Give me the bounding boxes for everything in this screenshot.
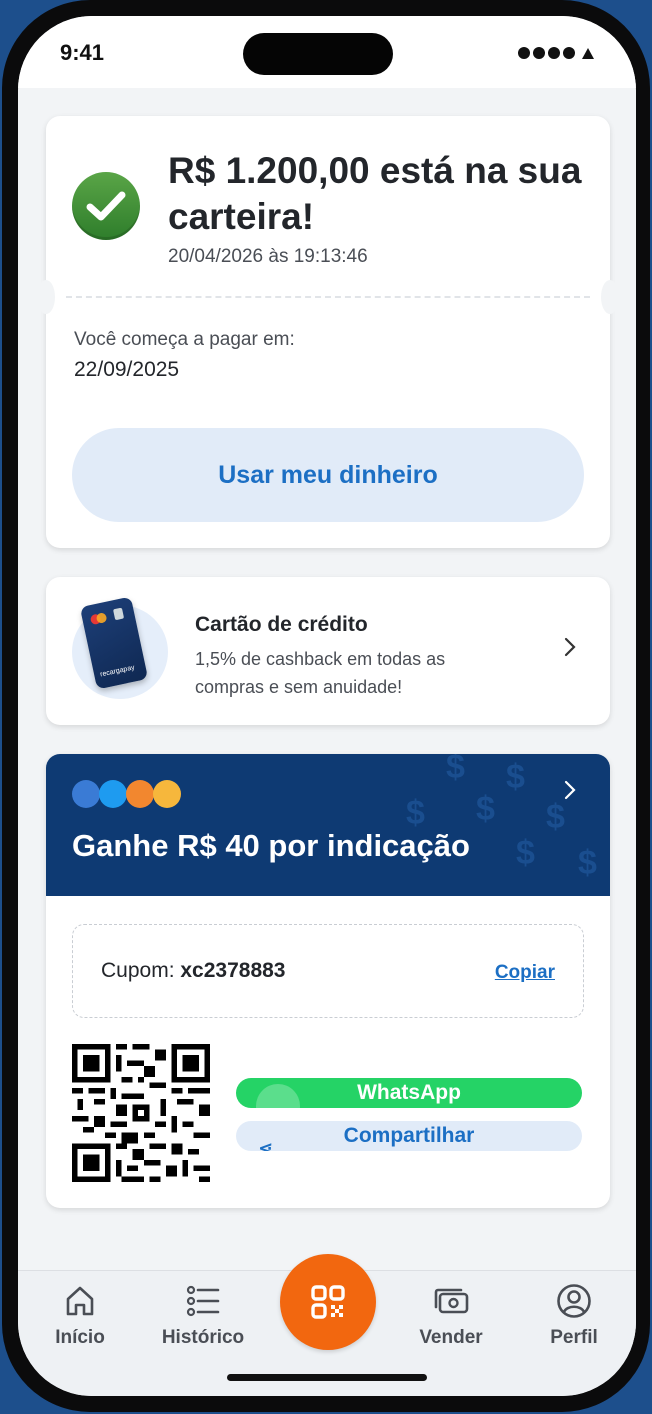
credit-card-description: 1,5% de cashback em todas as compras e s… — [195, 649, 446, 697]
credit-card-illustration: recargapay — [72, 596, 168, 699]
nav-item-perfil[interactable]: Perfil — [519, 1283, 629, 1349]
home-icon — [66, 1286, 94, 1316]
app-screen: 9:41 R$ 1.200,00 está na sua carteira! 2… — [18, 16, 636, 1396]
nav-label-historico: Histórico — [161, 1327, 245, 1348]
avatar — [99, 780, 127, 808]
nav-item-historico[interactable]: Histórico — [148, 1283, 258, 1349]
share-icon: ⋖ — [258, 1138, 274, 1151]
credit-card-title: Cartão de crédito — [195, 613, 368, 636]
dollar-pattern-icon: $ — [546, 798, 565, 836]
qr-code-image — [72, 1044, 210, 1182]
card-brand-text: recargapay — [99, 664, 136, 679]
dollar-pattern-icon: $ — [446, 754, 465, 786]
profile-icon — [557, 1284, 591, 1318]
success-card: R$ 1.200,00 está na sua carteira! 20/04/… — [37, 116, 619, 548]
nav-label-perfil: Perfil — [550, 1327, 598, 1348]
home-indicator — [227, 1374, 427, 1381]
referral-card: $ $ $ $ $ $ $ Ganhe R$ 40 por indicação — [46, 754, 610, 1208]
chevron-right-icon — [564, 637, 576, 663]
list-icon — [186, 1285, 220, 1317]
divider — [66, 296, 590, 298]
share-button-label: Compartilhar — [343, 1124, 475, 1147]
dynamic-island — [243, 33, 393, 75]
dollar-pattern-icon: $ — [476, 790, 495, 828]
copy-coupon-link[interactable]: Copiar — [495, 962, 555, 984]
nav-item-inicio[interactable]: Início — [25, 1283, 135, 1349]
phone-frame: 9:41 R$ 1.200,00 está na sua carteira! 2… — [2, 0, 650, 1412]
nav-label-vender: Vender — [419, 1327, 483, 1348]
avatar — [153, 780, 181, 808]
payment-start-date: 22/09/2025 — [74, 358, 180, 381]
credit-card-promo[interactable]: recargapay Cartão de crédito 1,5% de cas… — [46, 577, 610, 725]
dollar-pattern-icon: $ — [578, 844, 597, 882]
coupon-code: xc2378883 — [180, 959, 286, 982]
signal-icon — [518, 47, 594, 59]
money-icon — [434, 1288, 469, 1314]
coupon-label: Cupom: xc2378883 — [101, 959, 286, 982]
dollar-pattern-icon: $ — [516, 834, 535, 872]
whatsapp-button-label: WhatsApp — [357, 1081, 461, 1104]
whatsapp-icon — [256, 1084, 300, 1108]
nav-label-inicio: Início — [55, 1327, 105, 1348]
amount-title: R$ 1.200,00 está na sua carteira! — [168, 150, 582, 237]
qr-scan-button[interactable] — [280, 1254, 376, 1350]
transaction-datetime: 20/04/2026 às 19:13:46 — [168, 246, 368, 267]
whatsapp-button[interactable]: WhatsApp — [236, 1078, 582, 1108]
nav-item-vender[interactable]: Vender — [396, 1283, 506, 1349]
dollar-pattern-icon: $ — [506, 758, 525, 796]
payment-start-label: Você começa a pagar em: — [74, 329, 295, 350]
status-bar: 9:41 — [18, 16, 636, 88]
avatar — [72, 780, 100, 808]
avatar — [126, 780, 154, 808]
chevron-right-icon — [564, 780, 576, 806]
share-button[interactable]: ⋖ Compartilhar — [236, 1121, 582, 1151]
referral-title: Ganhe R$ 40 por indicação — [72, 828, 470, 863]
coupon-box: Cupom: xc2378883 Copiar — [72, 924, 584, 1018]
ticket-notch-right — [601, 280, 619, 314]
referral-avatars — [72, 780, 181, 808]
check-icon — [72, 172, 140, 240]
use-money-button[interactable]: Usar meu dinheiro — [72, 428, 584, 522]
card-image: recargapay — [79, 596, 149, 690]
referral-banner[interactable]: $ $ $ $ $ $ $ Ganhe R$ 40 por indicação — [46, 754, 610, 896]
status-time: 9:41 — [60, 40, 105, 65]
ticket-notch-left — [37, 280, 55, 314]
qr-code-icon — [311, 1285, 345, 1319]
